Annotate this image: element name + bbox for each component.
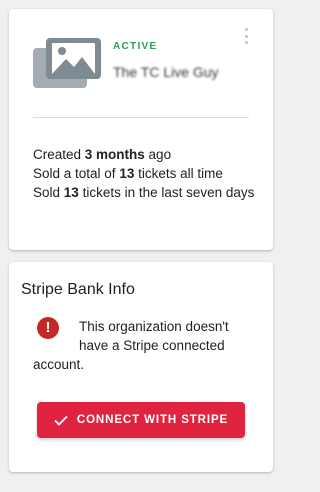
event-title[interactable]: The TC Live Guy bbox=[113, 64, 219, 80]
image-placeholder-icon bbox=[33, 38, 101, 88]
divider bbox=[33, 117, 249, 118]
event-card: ACTIVE The TC Live Guy Created 3 months … bbox=[9, 9, 273, 250]
card-title: Stripe Bank Info bbox=[21, 281, 135, 298]
button-label: CONNECT WITH STRIPE bbox=[76, 414, 229, 426]
status-badge: ACTIVE bbox=[113, 41, 158, 52]
created-text: Created 3 months ago bbox=[33, 147, 172, 162]
more-options-button[interactable] bbox=[243, 28, 249, 44]
event-stats: Created 3 months ago Sold a total of 13 … bbox=[33, 145, 257, 202]
alert-message: This organization doesn't have a Stripe … bbox=[33, 319, 229, 372]
total-sold-text: Sold a total of 13 tickets all time bbox=[33, 166, 223, 181]
weekly-sold-text: Sold 13 tickets in the last seven days bbox=[33, 185, 255, 200]
connect-with-stripe-button[interactable]: CONNECT WITH STRIPE bbox=[37, 402, 245, 438]
stripe-bank-card: Stripe Bank Info ! This organization doe… bbox=[9, 262, 273, 472]
check-icon bbox=[54, 415, 68, 426]
more-vert-icon bbox=[244, 28, 248, 31]
error-icon: ! bbox=[37, 317, 59, 339]
